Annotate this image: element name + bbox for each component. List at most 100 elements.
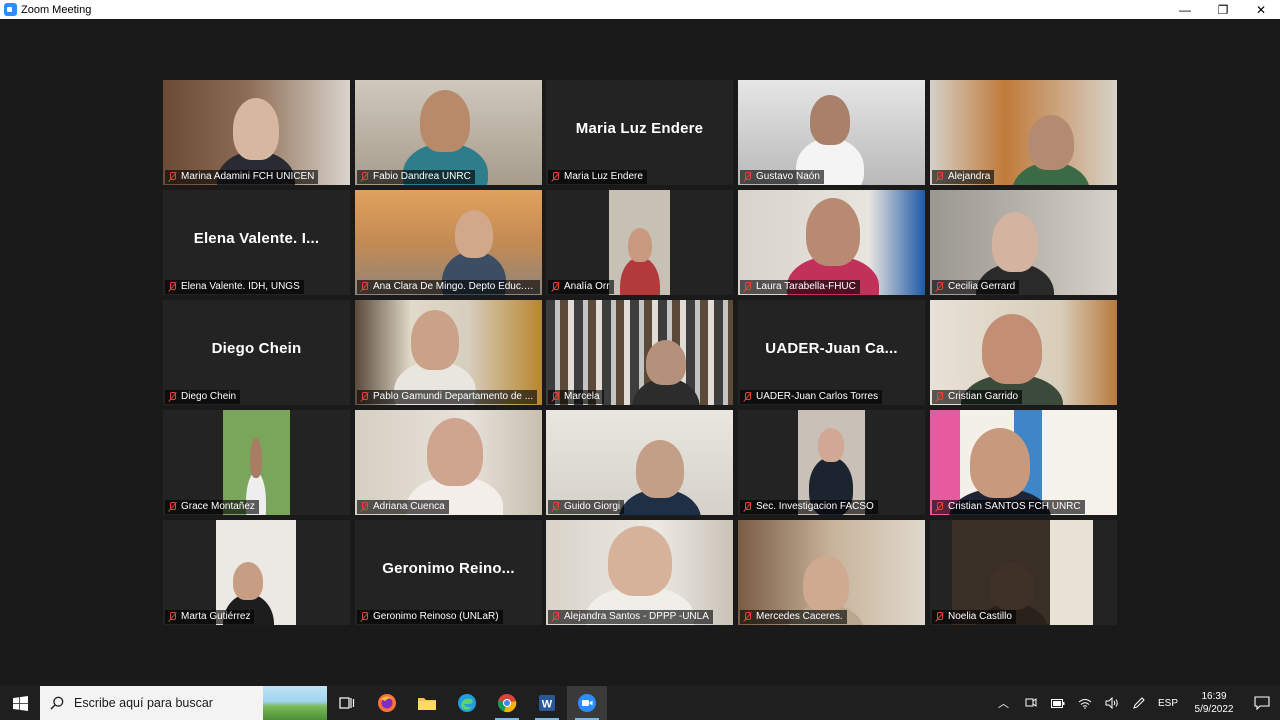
participant-tile[interactable]: Mercedes Caceres.: [738, 520, 925, 625]
svg-text:W: W: [542, 699, 553, 711]
participant-figure: [233, 562, 263, 600]
word-icon: W: [539, 695, 555, 711]
participant-tile[interactable]: Alejandra: [930, 80, 1117, 185]
participant-display-name: Geronimo Reino...: [382, 560, 515, 577]
participant-name-label: Fabio Dandrea UNRC: [357, 170, 475, 184]
folder-icon: [418, 698, 436, 710]
battery-icon[interactable]: [1044, 686, 1071, 720]
clock-time: 16:39: [1201, 691, 1227, 702]
taskbar-firefox[interactable]: [367, 686, 407, 720]
muted-microphone-icon: [935, 502, 944, 512]
taskbar-zoom[interactable]: [567, 686, 607, 720]
muted-microphone-icon: [551, 502, 560, 512]
show-hidden-icons-chevron-up-icon[interactable]: ︿: [990, 686, 1017, 720]
meet-now-icon[interactable]: [1017, 686, 1044, 720]
participant-tile[interactable]: Maria Luz Endere Maria Luz Endere: [546, 80, 733, 185]
participant-tile[interactable]: Cecilia Gerrard: [930, 190, 1117, 295]
participant-tile[interactable]: Grace Montañez: [163, 410, 350, 515]
muted-microphone-icon: [168, 392, 177, 402]
muted-microphone-icon: [935, 392, 944, 402]
participant-name: Ana Clara De Mingo. Depto Educ.U...: [373, 281, 540, 292]
participant-name-label: Marcela: [548, 390, 604, 404]
participant-tile[interactable]: Sec. Investigacion FACSO: [738, 410, 925, 515]
muted-microphone-icon: [935, 612, 944, 622]
participant-figure: [420, 90, 470, 152]
participant-name: Guido Giorgi: [564, 501, 621, 512]
participant-tile[interactable]: Guido Giorgi: [546, 410, 733, 515]
close-button[interactable]: ✕: [1242, 0, 1280, 19]
participant-tile[interactable]: Fabio Dandrea UNRC: [355, 80, 542, 185]
notifications-button[interactable]: [1244, 686, 1280, 720]
task-view-button[interactable]: [327, 686, 367, 720]
maximize-button[interactable]: ❐: [1204, 0, 1242, 19]
participant-figure: [970, 428, 1030, 498]
participant-tile[interactable]: Ana Clara De Mingo. Depto Educ.U...: [355, 190, 542, 295]
taskbar-word[interactable]: W: [527, 686, 567, 720]
participant-figure: [1028, 115, 1074, 170]
participant-figure: [455, 210, 493, 258]
taskbar-file-explorer[interactable]: [407, 686, 447, 720]
participant-name: Cecilia Gerrard: [948, 281, 1016, 292]
window-title: Zoom Meeting: [21, 3, 92, 16]
participant-tile[interactable]: Cristian SANTOS FCH UNRC: [930, 410, 1117, 515]
participant-tile[interactable]: Pablo Gamundi Departamento de ...: [355, 300, 542, 405]
participant-name-label: Grace Montañez: [165, 500, 259, 514]
taskbar-chrome[interactable]: [487, 686, 527, 720]
taskbar-edge[interactable]: [447, 686, 487, 720]
participant-tile[interactable]: Elena Valente. I... Elena Valente. IDH, U…: [163, 190, 350, 295]
participant-tile[interactable]: Alejandra Santos - DPPP -UNLA: [546, 520, 733, 625]
muted-microphone-icon: [360, 502, 369, 512]
chrome-icon: [497, 694, 517, 713]
input-language[interactable]: ESP: [1152, 698, 1184, 709]
minimize-button[interactable]: —: [1166, 0, 1204, 19]
muted-microphone-icon: [551, 282, 560, 292]
muted-microphone-icon: [551, 392, 560, 402]
search-placeholder: Escribe aquí para buscar: [74, 696, 213, 710]
participant-figure: [427, 418, 483, 486]
muted-microphone-icon: [551, 612, 560, 622]
task-view-icon: [339, 697, 355, 709]
participant-tile[interactable]: Laura Tarabella-FHUC: [738, 190, 925, 295]
participant-tile[interactable]: Adriana Cuenca: [355, 410, 542, 515]
participant-name: Maria Luz Endere: [564, 171, 643, 182]
participant-figure: [636, 440, 684, 498]
participant-tile[interactable]: Noelia Castillo: [930, 520, 1117, 625]
taskbar-search[interactable]: Escribe aquí para buscar: [40, 686, 327, 720]
participant-tile[interactable]: Marcela: [546, 300, 733, 405]
participant-tile[interactable]: UADER-Juan Ca... UADER-Juan Carlos Torres: [738, 300, 925, 405]
volume-icon[interactable]: [1098, 686, 1125, 720]
participant-name-label: Marta Gutiérrez: [165, 610, 255, 624]
participant-name: Pablo Gamundi Departamento de ...: [373, 391, 534, 402]
muted-microphone-icon: [743, 392, 752, 402]
pen-workspace-icon[interactable]: [1125, 686, 1152, 720]
participant-tile[interactable]: Gustavo Naón: [738, 80, 925, 185]
muted-microphone-icon: [168, 172, 177, 182]
participant-figure: [992, 212, 1038, 272]
participant-figure: [233, 98, 279, 160]
zoom-app-icon: [4, 3, 17, 16]
participant-tile[interactable]: Diego Chein Diego Chein: [163, 300, 350, 405]
participant-name: Diego Chein: [181, 391, 237, 402]
participant-tile[interactable]: Marina Adamini FCH UNICEN: [163, 80, 350, 185]
participant-name-label: UADER-Juan Carlos Torres: [740, 390, 883, 404]
participant-name: Marta Gutiérrez: [181, 611, 251, 622]
participant-name: Laura Tarabella-FHUC: [756, 281, 856, 292]
participant-tile[interactable]: Marta Gutiérrez: [163, 520, 350, 625]
participant-display-name: UADER-Juan Ca...: [765, 340, 898, 357]
participant-tile[interactable]: Analía Orr: [546, 190, 733, 295]
participant-figure: [982, 314, 1042, 384]
start-button[interactable]: [0, 686, 40, 720]
muted-microphone-icon: [743, 502, 752, 512]
participant-name: Cristian SANTOS FCH UNRC: [948, 501, 1081, 512]
participant-name: Mercedes Caceres.: [756, 611, 843, 622]
participant-figure: [250, 438, 262, 478]
participant-name-label: Alejandra Santos - DPPP -UNLA: [548, 610, 713, 624]
participant-name-label: Mercedes Caceres.: [740, 610, 847, 624]
participant-tile[interactable]: Geronimo Reino... Geronimo Reinoso (UNLaR…: [355, 520, 542, 625]
muted-microphone-icon: [168, 612, 177, 622]
participant-name: Cristian Garrido: [948, 391, 1019, 402]
taskbar-clock[interactable]: 16:39 5/9/2022: [1184, 690, 1244, 716]
participant-figure: [411, 310, 459, 370]
wifi-icon[interactable]: [1071, 686, 1098, 720]
participant-tile[interactable]: Cristian Garrido: [930, 300, 1117, 405]
